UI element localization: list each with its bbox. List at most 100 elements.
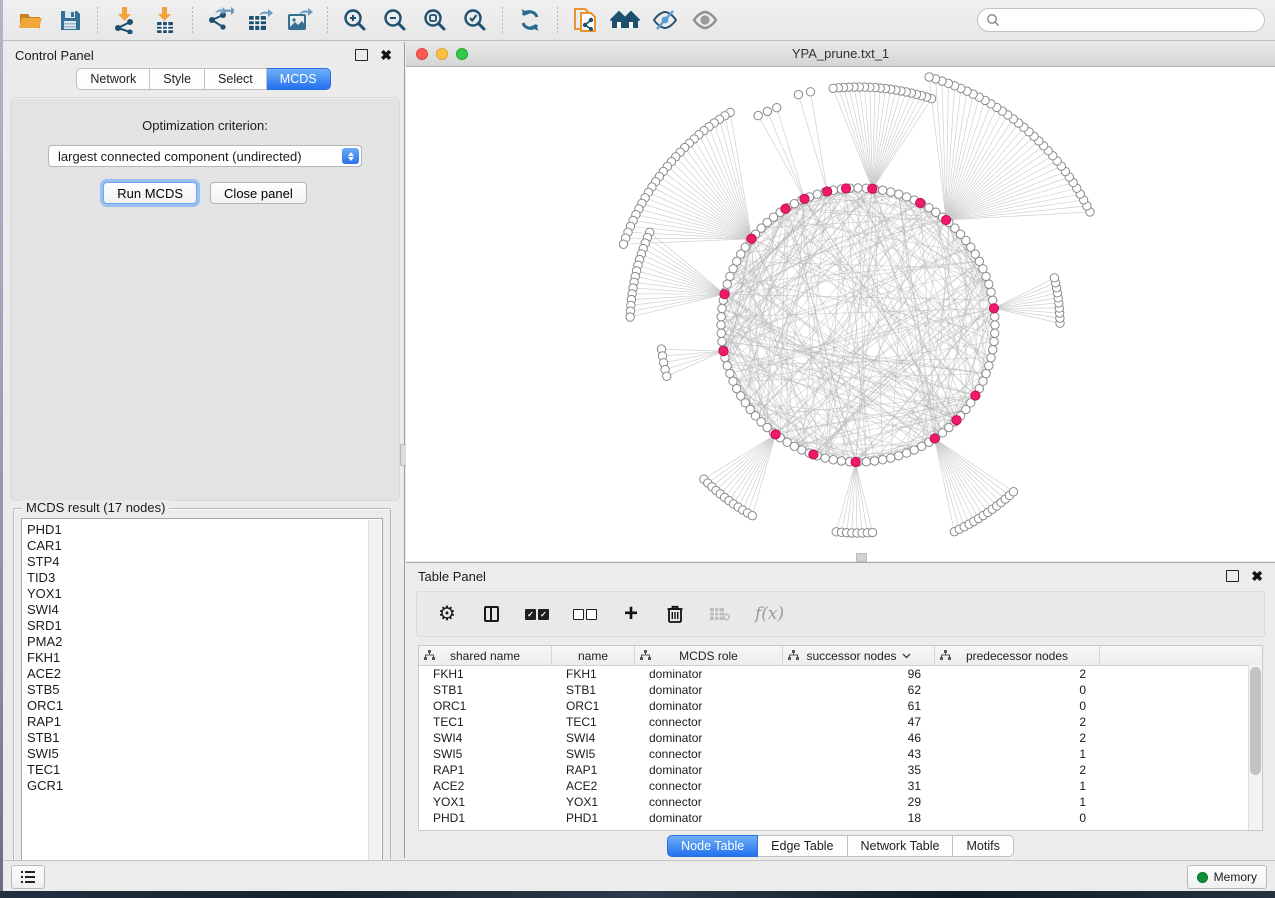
mcds-result-item[interactable]: SWI5 bbox=[27, 746, 382, 762]
app-window: Control Panel ✖ Network Style Select MCD… bbox=[3, 0, 1275, 891]
table-row[interactable]: PHD1PHD1dominator180 bbox=[419, 810, 1262, 826]
tab-motifs[interactable]: Motifs bbox=[953, 835, 1013, 857]
mcds-result-item[interactable]: GCR1 bbox=[27, 778, 382, 794]
network-canvas[interactable] bbox=[406, 67, 1275, 561]
network-overview-button[interactable] bbox=[608, 4, 642, 36]
close-panel-button[interactable]: Close panel bbox=[210, 182, 307, 204]
table-row[interactable]: ORC1ORC1dominator610 bbox=[419, 698, 1262, 714]
delete-table-button[interactable] bbox=[709, 603, 731, 625]
mcds-result-item[interactable]: SRD1 bbox=[27, 618, 382, 634]
import-network-button[interactable] bbox=[108, 4, 142, 36]
mcds-result-item[interactable]: STB5 bbox=[27, 682, 382, 698]
tab-network-table[interactable]: Network Table bbox=[848, 835, 954, 857]
list-icon bbox=[20, 870, 36, 884]
mcds-result-item[interactable]: RAP1 bbox=[27, 714, 382, 730]
table-row[interactable]: TEC1TEC1connector472 bbox=[419, 714, 1262, 730]
clone-network-button[interactable] bbox=[568, 4, 602, 36]
export-image-button[interactable] bbox=[283, 4, 317, 36]
table-cell-name: FKH1 bbox=[552, 667, 635, 681]
column-header-successor-nodes[interactable]: successor nodes bbox=[783, 646, 935, 665]
mcds-result-title: MCDS result (17 nodes) bbox=[22, 500, 169, 515]
minimize-window-icon[interactable] bbox=[436, 48, 448, 60]
mcds-result-item[interactable]: YOX1 bbox=[27, 586, 382, 602]
table-scrollbar-thumb[interactable] bbox=[1250, 667, 1261, 775]
run-mcds-button[interactable]: Run MCDS bbox=[103, 182, 197, 204]
zoom-fit-button[interactable] bbox=[418, 4, 452, 36]
deselect-all-button[interactable] bbox=[573, 603, 597, 625]
table-toolbar: ⚙ ✓✓ + bbox=[416, 591, 1265, 637]
zoom-in-button[interactable] bbox=[338, 4, 372, 36]
table-cell-mcds_role: connector bbox=[635, 779, 783, 793]
export-table-button[interactable] bbox=[243, 4, 277, 36]
open-file-button[interactable] bbox=[13, 4, 47, 36]
column-layout-button[interactable] bbox=[481, 603, 501, 625]
search-field[interactable] bbox=[977, 8, 1265, 32]
canvas-drag-dot[interactable] bbox=[856, 553, 867, 562]
tab-node-table[interactable]: Node Table bbox=[667, 835, 758, 857]
delete-column-button[interactable] bbox=[665, 603, 685, 625]
mcds-result-item[interactable]: TID3 bbox=[27, 570, 382, 586]
node-table[interactable]: shared name name MCDS role successor nod… bbox=[418, 645, 1263, 831]
hide-selected-button[interactable] bbox=[648, 4, 682, 36]
window-list-button[interactable] bbox=[11, 865, 45, 889]
mcds-result-item[interactable]: CAR1 bbox=[27, 538, 382, 554]
import-table-icon bbox=[152, 6, 178, 34]
tab-network[interactable]: Network bbox=[76, 68, 150, 90]
mcds-result-item[interactable]: STB1 bbox=[27, 730, 382, 746]
table-row[interactable]: SWI4SWI4dominator462 bbox=[419, 730, 1262, 746]
toolbar-separator bbox=[502, 7, 503, 33]
import-table-button[interactable] bbox=[148, 4, 182, 36]
mcds-result-item[interactable]: TEC1 bbox=[27, 762, 382, 778]
table-row[interactable]: RAP1RAP1dominator352 bbox=[419, 762, 1262, 778]
add-column-button[interactable]: + bbox=[621, 603, 641, 625]
zoom-out-button[interactable] bbox=[378, 4, 412, 36]
column-header-mcds-role[interactable]: MCDS role bbox=[635, 646, 783, 665]
table-cell-mcds_role: connector bbox=[635, 715, 783, 729]
maximize-window-icon[interactable] bbox=[456, 48, 468, 60]
memory-button[interactable]: Memory bbox=[1187, 865, 1267, 889]
table-row[interactable]: YOX1YOX1connector291 bbox=[419, 794, 1262, 810]
table-row[interactable]: STB1STB1dominator620 bbox=[419, 682, 1262, 698]
result-list-scrollbar[interactable] bbox=[368, 520, 381, 872]
search-input[interactable] bbox=[1005, 12, 1256, 28]
zoom-selected-button[interactable] bbox=[458, 4, 492, 36]
table-scrollbar[interactable] bbox=[1248, 665, 1262, 830]
float-panel-icon[interactable] bbox=[1226, 570, 1239, 582]
mcds-result-item[interactable]: PHD1 bbox=[27, 522, 382, 538]
table-cell-predecessor_nodes: 2 bbox=[935, 731, 1100, 745]
float-panel-icon[interactable] bbox=[355, 49, 368, 61]
tab-mcds[interactable]: MCDS bbox=[267, 68, 331, 90]
refresh-layout-button[interactable] bbox=[513, 4, 547, 36]
mcds-result-item[interactable]: ORC1 bbox=[27, 698, 382, 714]
mcds-result-item[interactable]: FKH1 bbox=[27, 650, 382, 666]
table-row[interactable]: SWI5SWI5connector431 bbox=[419, 746, 1262, 762]
table-cell-shared_name: YOX1 bbox=[419, 795, 552, 809]
network-window-titlebar[interactable]: YPA_prune.txt_1 bbox=[406, 41, 1275, 67]
column-header-predecessor-nodes[interactable]: predecessor nodes bbox=[935, 646, 1100, 665]
table-cell-name: SWI5 bbox=[552, 747, 635, 761]
table-settings-button[interactable]: ⚙ bbox=[437, 603, 457, 625]
toolbar-separator bbox=[327, 7, 328, 33]
mcds-result-item[interactable]: SWI4 bbox=[27, 602, 382, 618]
table-body: FKH1FKH1dominator962STB1STB1dominator620… bbox=[419, 666, 1262, 826]
tab-style[interactable]: Style bbox=[150, 68, 205, 90]
mcds-result-item[interactable]: STP4 bbox=[27, 554, 382, 570]
select-all-button[interactable]: ✓✓ bbox=[525, 603, 549, 625]
tab-select[interactable]: Select bbox=[205, 68, 267, 90]
tab-edge-table[interactable]: Edge Table bbox=[758, 835, 847, 857]
save-session-button[interactable] bbox=[53, 4, 87, 36]
mcds-result-item[interactable]: PMA2 bbox=[27, 634, 382, 650]
show-hidden-button[interactable] bbox=[688, 4, 722, 36]
close-panel-icon[interactable]: ✖ bbox=[380, 50, 392, 60]
mcds-result-item[interactable]: ACE2 bbox=[27, 666, 382, 682]
table-row[interactable]: FKH1FKH1dominator962 bbox=[419, 666, 1262, 682]
function-builder-button[interactable]: f(x) bbox=[755, 603, 784, 625]
mcds-result-list[interactable]: PHD1CAR1STP4TID3YOX1SWI4SRD1PMA2FKH1ACE2… bbox=[21, 518, 383, 874]
close-panel-icon[interactable]: ✖ bbox=[1251, 571, 1263, 581]
column-header-shared-name[interactable]: shared name bbox=[419, 646, 552, 665]
column-header-name[interactable]: name bbox=[552, 646, 635, 665]
close-window-icon[interactable] bbox=[416, 48, 428, 60]
export-network-button[interactable] bbox=[203, 4, 237, 36]
table-row[interactable]: ACE2ACE2connector311 bbox=[419, 778, 1262, 794]
optimization-criterion-select[interactable]: largest connected component (undirected) bbox=[48, 145, 362, 167]
